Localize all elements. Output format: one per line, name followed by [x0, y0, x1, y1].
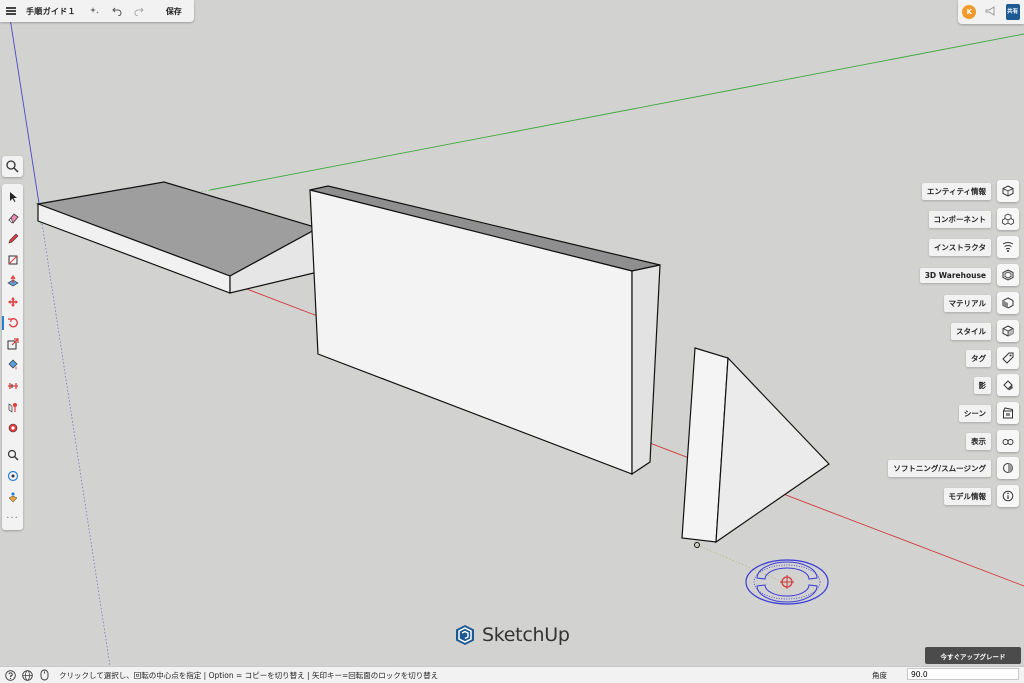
display-icon[interactable]	[997, 430, 1019, 452]
eraser-icon[interactable]	[2, 208, 23, 228]
3d-viewport[interactable]	[0, 0, 1024, 666]
sketchup-logo-text: SketchUp	[482, 624, 570, 646]
components-icon[interactable]	[997, 208, 1019, 230]
measurement-input[interactable]	[907, 668, 1019, 680]
top-right-controls: K 共有	[958, 0, 1024, 24]
sketchup-logo: SketchUp	[454, 624, 570, 646]
panel-label-shadows[interactable]: 影	[973, 376, 991, 394]
flat-slab[interactable]	[35, 181, 320, 294]
document-title[interactable]: 手順ガイド１	[22, 0, 84, 22]
panel-row-tags[interactable]: タグ	[966, 347, 1019, 369]
panel-label-3d-warehouse[interactable]: 3D Warehouse	[919, 267, 991, 283]
undo-icon[interactable]	[106, 0, 128, 22]
redo-icon[interactable]	[128, 0, 150, 22]
search-icon	[6, 160, 19, 173]
zoom-icon[interactable]	[2, 445, 23, 465]
scenes-icon[interactable]	[997, 402, 1019, 424]
left-toolbar: ···	[2, 184, 23, 530]
megaphone-icon[interactable]	[985, 5, 997, 20]
user-avatar[interactable]: K	[962, 5, 977, 19]
panel-label-model-info[interactable]: モデル情報	[943, 487, 991, 505]
upgrade-button[interactable]: 今すぐアップグレード	[925, 647, 1021, 664]
status-bar: クリックして選択し、回転の中心点を指定 | Option = コピーを切り替え …	[0, 666, 1024, 683]
panel-row-3d-warehouse[interactable]: 3D Warehouse	[919, 264, 1019, 286]
rotate-icon[interactable]	[2, 313, 23, 333]
panel-label-entity-info[interactable]: エンティティ情報	[921, 182, 991, 200]
panel-row-materials[interactable]: マテリアル	[943, 292, 1019, 314]
mouse-icon[interactable]	[37, 668, 51, 682]
panel-row-model-info[interactable]: モデル情報	[943, 485, 1019, 507]
panel-label-display[interactable]: 表示	[966, 432, 991, 450]
pencil-icon[interactable]	[2, 229, 23, 249]
panel-label-instructor[interactable]: インストラクタ	[928, 238, 991, 256]
warehouse-icon[interactable]	[997, 264, 1019, 286]
share-button[interactable]: 共有	[1005, 4, 1020, 20]
menu-icon[interactable]	[0, 0, 22, 22]
panel-label-tags[interactable]: タグ	[966, 349, 991, 367]
panel-label-materials[interactable]: マテリアル	[943, 294, 991, 312]
select-icon[interactable]	[2, 187, 23, 207]
globe-icon[interactable]	[20, 668, 34, 682]
tape-measure-icon[interactable]	[2, 418, 23, 438]
sketchup-logo-icon	[456, 625, 474, 645]
triangle-wedge[interactable]	[681, 347, 830, 544]
green-axis	[209, 33, 1024, 191]
model-info-icon[interactable]	[997, 485, 1019, 507]
measurement-label: 角度	[872, 671, 887, 680]
move-icon[interactable]	[2, 292, 23, 312]
walk-icon[interactable]	[2, 487, 23, 507]
magic-add-icon[interactable]	[84, 0, 106, 22]
shadows-icon[interactable]	[997, 374, 1019, 396]
orbit-icon[interactable]	[2, 466, 23, 486]
status-message: クリックして選択し、回転の中心点を指定 | Option = コピーを切り替え …	[59, 670, 439, 680]
scale-icon[interactable]	[2, 334, 23, 354]
tags-icon[interactable]	[997, 347, 1019, 369]
panel-label-styles[interactable]: スタイル	[951, 322, 991, 340]
inference-line	[696, 544, 791, 586]
more-tools-button[interactable]: ···	[2, 508, 23, 528]
upright-wall[interactable]	[309, 185, 661, 476]
panel-row-components[interactable]: コンポーネント	[928, 208, 1019, 230]
panel-row-shadows[interactable]: 影	[973, 374, 1019, 396]
soften-icon[interactable]	[997, 457, 1019, 479]
push-pull-icon[interactable]	[2, 271, 23, 291]
panel-row-display[interactable]: 表示	[966, 430, 1019, 452]
styles-icon[interactable]	[997, 320, 1019, 342]
top-toolbar: 手順ガイド１ 保存	[0, 0, 194, 22]
model-canvas[interactable]	[0, 0, 1024, 666]
panel-label-scenes[interactable]: シーン	[958, 404, 991, 422]
blue-axis-dotted	[39, 209, 111, 666]
paint-icon[interactable]	[2, 355, 23, 375]
entity-info-icon[interactable]	[997, 180, 1019, 202]
panel-row-styles[interactable]: スタイル	[951, 320, 1019, 342]
save-button[interactable]: 保存	[150, 0, 192, 22]
panel-row-instructor[interactable]: インストラクタ	[928, 236, 1019, 258]
follow-me-icon[interactable]	[2, 397, 23, 417]
panel-row-scenes[interactable]: シーン	[958, 402, 1019, 424]
shape-icon[interactable]	[2, 250, 23, 270]
panel-label-components[interactable]: コンポーネント	[928, 210, 991, 228]
help-icon[interactable]	[3, 668, 17, 682]
instructor-icon[interactable]	[997, 236, 1019, 258]
materials-icon[interactable]	[997, 292, 1019, 314]
search-tool-button[interactable]	[2, 156, 23, 177]
offset-icon[interactable]	[2, 376, 23, 396]
panel-row-soften[interactable]: ソフトニング/スムージング	[888, 457, 1019, 479]
rotate-protractor	[745, 559, 829, 605]
panel-row-entity-info[interactable]: エンティティ情報	[921, 180, 1019, 202]
blue-axis	[9, 17, 41, 211]
panel-label-soften[interactable]: ソフトニング/スムージング	[888, 459, 991, 477]
